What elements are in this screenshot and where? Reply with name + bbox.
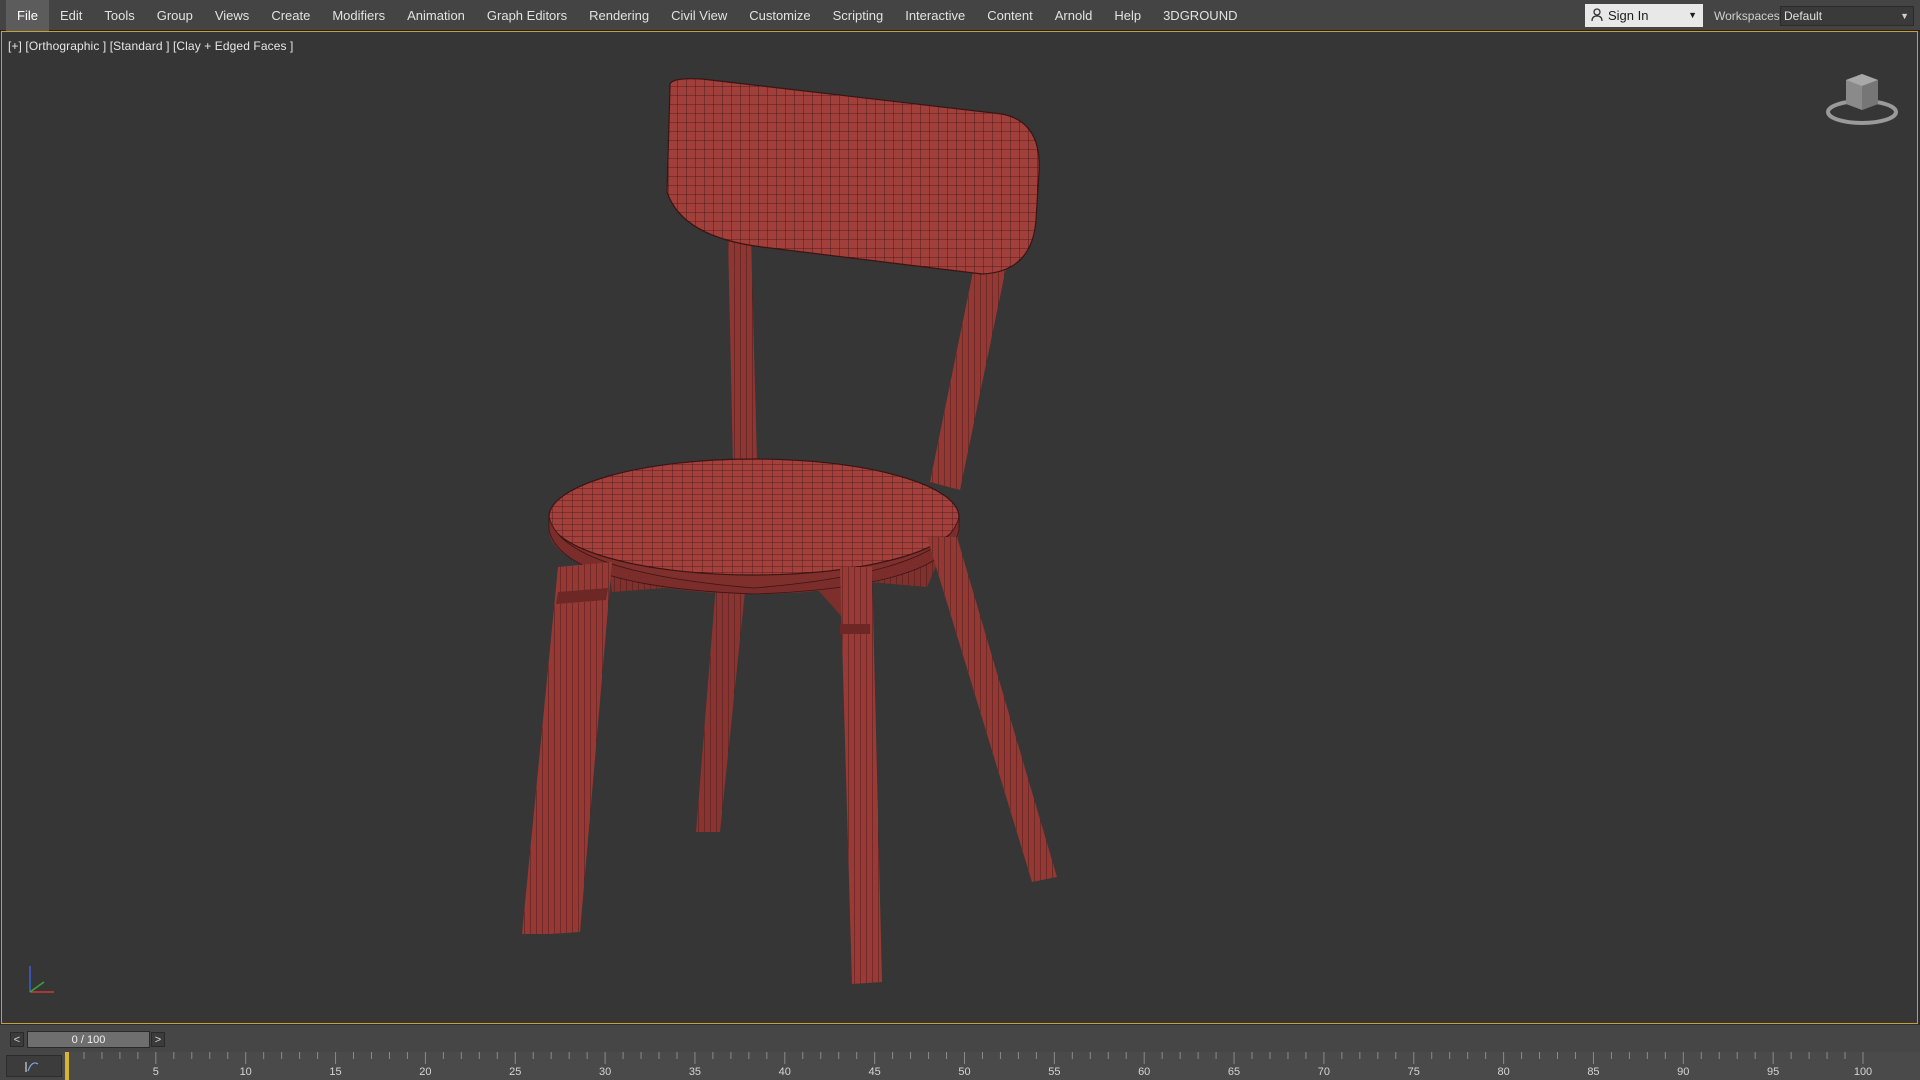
menu-item-views[interactable]: Views [204, 0, 260, 31]
track-tick-label: 55 [1048, 1066, 1061, 1078]
track-tick-label: 100 [1853, 1066, 1873, 1078]
perspective-viewport[interactable]: [+] [Orthographic ] [Standard ] [Clay + … [1, 31, 1918, 1024]
back-right-leg[interactable] [930, 262, 1006, 490]
chevron-down-icon: ▼ [1900, 11, 1909, 21]
chair-model[interactable] [2, 32, 1919, 1025]
menu-item-customize[interactable]: Customize [738, 0, 821, 31]
track-tick-label: 80 [1497, 1066, 1510, 1078]
current-frame-marker[interactable] [65, 1052, 69, 1080]
track-tick-label: 35 [688, 1066, 702, 1078]
menu-item-tools[interactable]: Tools [93, 0, 145, 31]
workspaces-label: Workspaces: [1714, 9, 1784, 23]
menu-item-civil-view[interactable]: Civil View [660, 0, 738, 31]
menu-item-graph-editors[interactable]: Graph Editors [476, 0, 578, 31]
chair-backrest[interactable] [666, 78, 1040, 275]
track-tick-label: 30 [598, 1066, 612, 1078]
track-tick-label: 65 [1227, 1066, 1241, 1078]
menu-item-scripting[interactable]: Scripting [822, 0, 895, 31]
back-right-lower-leg[interactable] [927, 537, 1057, 882]
menu-item-group[interactable]: Group [146, 0, 204, 31]
menu-item-animation[interactable]: Animation [396, 0, 476, 31]
track-tick-label: 85 [1587, 1066, 1600, 1078]
menu-item-arnold[interactable]: Arnold [1044, 0, 1104, 31]
sign-in-label: Sign In [1608, 8, 1649, 23]
track-tick-label: 10 [239, 1066, 252, 1078]
previous-frame-button[interactable]: < [10, 1032, 24, 1047]
track-tick-label: 50 [958, 1066, 971, 1078]
track-tick-label: 45 [868, 1066, 881, 1078]
track-tick-label: 15 [329, 1066, 342, 1078]
chevron-down-icon: ▼ [1688, 10, 1697, 20]
front-left-leg[interactable] [522, 562, 612, 934]
main-menu: File Edit Tools Group Views Create Modifiers An… [6, 0, 1248, 31]
track-tick-label: 95 [1767, 1066, 1780, 1078]
sign-in-button[interactable]: Sign In ▼ [1585, 4, 1703, 27]
menu-item-interactive[interactable]: Interactive [894, 0, 976, 31]
track-tick-label: 90 [1677, 1066, 1690, 1078]
track-tick-label: 20 [419, 1066, 432, 1078]
menu-item-edit[interactable]: Edit [49, 0, 93, 31]
axis-tripod-icon [29, 966, 54, 993]
menu-item-modifiers[interactable]: Modifiers [321, 0, 396, 31]
track-tick-label: 25 [509, 1066, 522, 1078]
menu-item-file[interactable]: File [6, 0, 49, 31]
menu-bar: File Edit Tools Group Views Create Modifiers An… [0, 0, 1920, 31]
menu-item-rendering[interactable]: Rendering [578, 0, 660, 31]
track-tick-label: 40 [778, 1066, 791, 1078]
workspaces-dropdown[interactable]: Default ▼ [1780, 6, 1914, 26]
viewport-label[interactable]: [+] [Orthographic ] [Standard ] [Clay + … [8, 39, 293, 53]
next-frame-button[interactable]: > [151, 1032, 165, 1047]
menu-item-3dground[interactable]: 3DGROUND [1152, 0, 1248, 31]
time-slider[interactable]: 0 / 100 [27, 1031, 150, 1048]
track-tick-label: 60 [1138, 1066, 1151, 1078]
curve-editor-icon [25, 1062, 39, 1072]
menu-item-create[interactable]: Create [260, 0, 321, 31]
track-tick-label: 75 [1407, 1066, 1420, 1078]
menu-item-help[interactable]: Help [1103, 0, 1152, 31]
menu-item-content[interactable]: Content [976, 0, 1044, 31]
workspaces-value: Default [1784, 9, 1823, 23]
user-icon [1591, 8, 1603, 22]
mini-curve-editor-button[interactable] [6, 1055, 62, 1077]
viewcube-icon[interactable] [1824, 68, 1900, 128]
front-right-leg[interactable] [840, 567, 882, 984]
track-tick-label: 70 [1317, 1066, 1331, 1078]
track-tick-label: 5 [152, 1066, 159, 1078]
